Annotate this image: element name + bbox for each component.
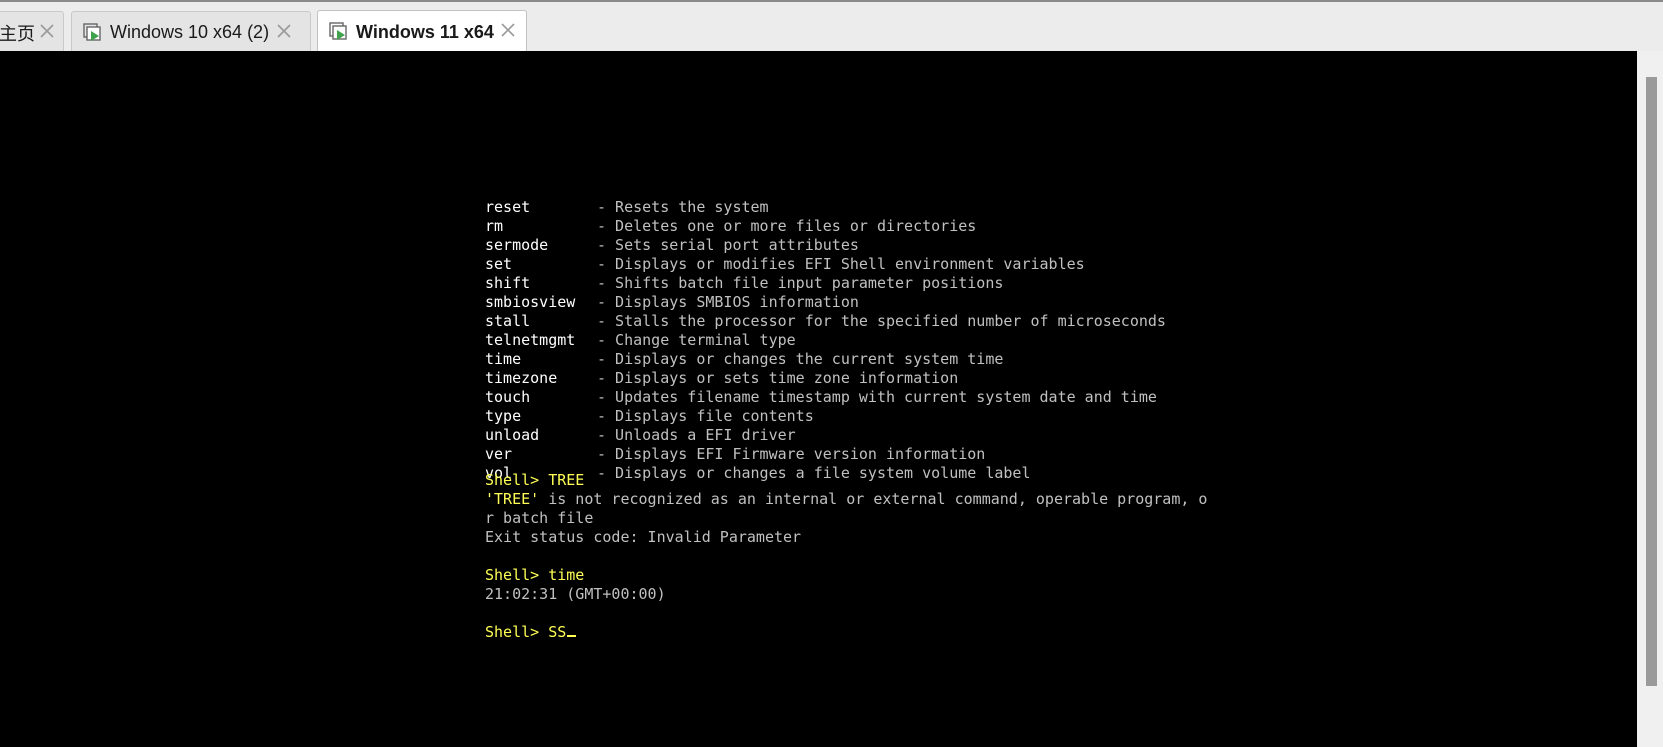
- command-description: - Displays SMBIOS information: [597, 293, 859, 311]
- tab-home[interactable]: 主页: [0, 11, 64, 53]
- command-description: - Shifts batch file input parameter posi…: [597, 274, 1004, 292]
- vertical-scrollbar[interactable]: [1637, 51, 1663, 747]
- help-command-row: ver - Displays EFI Firmware version infor…: [485, 445, 1185, 464]
- help-command-row: set - Displays or modifies EFI Shell envi…: [485, 255, 1185, 274]
- command-description: - Displays EFI Firmware version informat…: [597, 445, 986, 463]
- help-command-row: stall - Stalls the processor for the spec…: [485, 312, 1185, 331]
- command-name: type: [485, 407, 522, 425]
- help-command-row: sermode - Sets serial port attributes: [485, 236, 1185, 255]
- command-description: - Unloads a EFI driver: [597, 426, 796, 444]
- command-description: - Displays or sets time zone information: [597, 369, 959, 387]
- command-name: telnetmgmt: [485, 331, 576, 349]
- prompt-line: Shell> time: [485, 566, 585, 584]
- error-line: 'TREE' is not recognized as an internal …: [485, 490, 1207, 509]
- scrollbar-thumb[interactable]: [1646, 77, 1657, 686]
- text-cursor: [567, 635, 577, 637]
- prompt-line: Shell> TREE: [485, 471, 585, 489]
- command-description: - Updates filename timestamp with curren…: [597, 388, 1157, 406]
- tab-windows-10-label: Windows 10 x64 (2): [110, 22, 270, 42]
- close-icon[interactable]: [498, 20, 518, 40]
- command-name: unload: [485, 426, 540, 444]
- command-name: time: [485, 350, 522, 368]
- command-name: ver: [485, 445, 513, 463]
- help-command-row: touch - Updates filename timestamp with c…: [485, 388, 1185, 407]
- help-command-row: unload - Unloads a EFI driver: [485, 426, 1185, 445]
- current-input[interactable]: Shell> SS: [485, 623, 566, 641]
- tab-home-label: 主页: [0, 23, 35, 44]
- command-name: touch: [485, 388, 531, 406]
- exit-status-line: Exit status code: Invalid Parameter: [485, 528, 802, 546]
- tab-windows-11-label: Windows 11 x64: [356, 21, 494, 42]
- vm-console[interactable]: reset - Resets the system rm - Deletes one …: [0, 51, 1637, 747]
- help-command-row: time - Displays or changes the current sy…: [485, 350, 1185, 369]
- command-name: set: [485, 255, 513, 273]
- command-description: - Displays file contents: [597, 407, 814, 425]
- vm-icon: [83, 22, 101, 41]
- command-description: - Displays or changes the current system…: [597, 350, 1004, 368]
- command-name: rm: [485, 217, 504, 235]
- command-description: - Displays or modifies EFI Shell environ…: [597, 255, 1085, 273]
- command-name: smbiosview: [485, 293, 576, 311]
- command-name: sermode: [485, 236, 549, 254]
- command-name: shift: [485, 274, 531, 292]
- command-name: reset: [485, 198, 531, 216]
- command-name: timezone: [485, 369, 558, 387]
- error-quoted-command: 'TREE': [485, 490, 540, 508]
- help-command-row: reset - Resets the system: [485, 198, 1185, 217]
- command-name: stall: [485, 312, 531, 330]
- command-description: - Resets the system: [597, 198, 769, 216]
- command-description: - Change terminal type: [597, 331, 796, 349]
- tab-windows-10[interactable]: Windows 10 x64 (2): [71, 11, 311, 53]
- command-description: - Stalls the processor for the specified…: [597, 312, 1166, 330]
- help-command-row: rm - Deletes one or more files or directo…: [485, 217, 1185, 236]
- close-icon[interactable]: [274, 21, 294, 41]
- help-command-row: type - Displays file contents: [485, 407, 1185, 426]
- help-command-row: telnetmgmt - Change terminal type: [485, 331, 1185, 350]
- tab-windows-11[interactable]: Windows 11 x64: [317, 10, 527, 53]
- vm-tab-bar: 主页 Windows 10 x64 (2) Windows 11 x64: [0, 0, 1663, 53]
- help-command-row: timezone - Displays or sets time zone inf…: [485, 369, 1185, 388]
- help-command-row: shift - Shifts batch file input parameter…: [485, 274, 1185, 293]
- vm-icon: [329, 22, 347, 40]
- close-icon[interactable]: [37, 21, 57, 41]
- time-output-line: 21:02:31 (GMT+00:00): [485, 585, 666, 603]
- terminal-session: Shell> TREE 'TREE' is not recognized as …: [485, 471, 1207, 642]
- command-description: - Deletes one or more files or directori…: [597, 217, 977, 235]
- active-prompt-line[interactable]: Shell> SS: [485, 623, 1185, 642]
- command-description: - Sets serial port attributes: [597, 236, 859, 254]
- error-message: is not recognized as an internal or exte…: [539, 490, 1208, 508]
- help-command-row: smbiosview - Displays SMBIOS information: [485, 293, 1185, 312]
- error-line-continued: r batch file: [485, 509, 594, 527]
